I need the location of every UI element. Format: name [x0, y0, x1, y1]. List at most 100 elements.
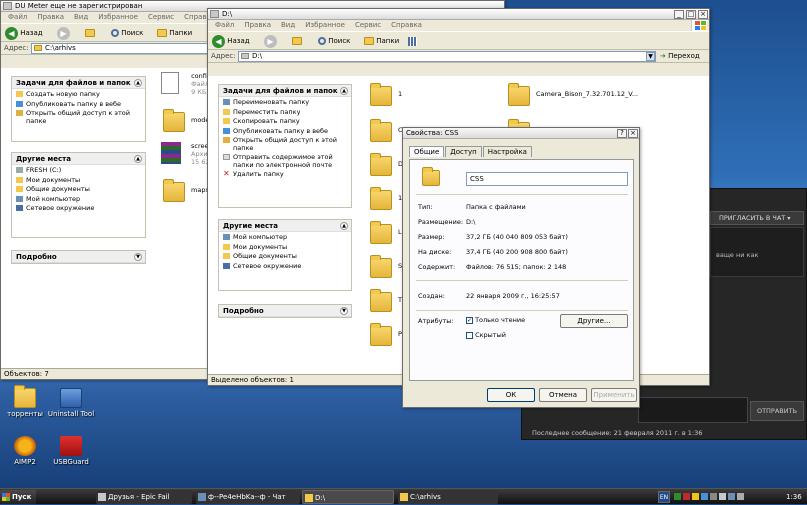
- place-network[interactable]: Сетевое окружение: [219, 262, 351, 271]
- tray-icon[interactable]: [728, 493, 735, 500]
- folder-name[interactable]: Camera_Bison_7.32.701.12_V...: [536, 90, 638, 98]
- readonly-checkbox[interactable]: ✓ Только чтение: [466, 316, 525, 324]
- place-fresh-drive[interactable]: FRESH (C:): [12, 166, 145, 175]
- expand-icon[interactable]: ▼: [134, 253, 142, 261]
- menu-tools[interactable]: Сервис: [355, 21, 381, 29]
- menu-edit[interactable]: Правка: [244, 21, 271, 29]
- folder-icon[interactable]: [370, 119, 392, 142]
- file-item[interactable]: config Файл 9 КБ: [161, 72, 211, 96]
- tray-icon[interactable]: [710, 493, 717, 500]
- menu-help[interactable]: Справка: [391, 21, 422, 29]
- folder-icon[interactable]: [163, 109, 185, 132]
- menu-file[interactable]: Файл: [215, 21, 234, 29]
- place-network[interactable]: Сетевое окружение: [12, 204, 145, 213]
- search-button[interactable]: Поиск: [111, 26, 143, 41]
- folder-icon[interactable]: [370, 83, 392, 106]
- menu-view[interactable]: Вид: [281, 21, 295, 29]
- folder-icon[interactable]: [370, 323, 392, 346]
- go-button[interactable]: ➔ Переход: [660, 50, 700, 63]
- folder-icon[interactable]: [370, 187, 392, 210]
- back-button[interactable]: ◀ Назад: [212, 34, 250, 49]
- task-drive-d[interactable]: D:\: [302, 490, 394, 504]
- minimize-button[interactable]: _: [674, 10, 684, 19]
- volume-icon[interactable]: [737, 493, 744, 500]
- back-button[interactable]: ◀ Назад: [5, 26, 43, 41]
- task-share-folder[interactable]: Открыть общий доступ к этой папке: [219, 136, 351, 152]
- address-dropdown-button[interactable]: ▼: [646, 52, 655, 61]
- tray-icon[interactable]: [701, 493, 708, 500]
- apply-button[interactable]: Применить: [591, 388, 637, 402]
- task-publish-web[interactable]: Опубликовать папку в вебе: [12, 100, 145, 109]
- tab-customize[interactable]: Настройка: [482, 146, 532, 157]
- clock[interactable]: 1:36: [786, 489, 802, 505]
- folder-name-field[interactable]: CSS: [466, 172, 628, 186]
- folder-icon[interactable]: [163, 179, 185, 202]
- task-publish-web[interactable]: Опубликовать папку в вебе: [219, 127, 351, 136]
- dialog-titlebar[interactable]: Свойства: CSS ? ×: [403, 128, 639, 139]
- close-button[interactable]: ×: [698, 10, 708, 19]
- cancel-button[interactable]: Отмена: [539, 388, 587, 402]
- expand-icon[interactable]: ▼: [340, 307, 348, 315]
- folders-button[interactable]: Папки: [157, 26, 192, 41]
- task-arhivs[interactable]: C:\arhivs: [398, 490, 498, 504]
- up-folder-button[interactable]: [292, 34, 302, 49]
- place-shared-documents[interactable]: Общие документы: [12, 185, 145, 194]
- folder-name[interactable]: 1: [398, 90, 402, 98]
- folder-icon[interactable]: [508, 83, 530, 106]
- place-my-computer[interactable]: Мой компьютер: [12, 195, 145, 204]
- address-field[interactable]: D:\: [238, 51, 656, 62]
- hidden-checkbox[interactable]: Скрытый: [466, 331, 506, 339]
- menu-favorites[interactable]: Избранное: [98, 13, 138, 21]
- menu-favorites[interactable]: Избранное: [305, 21, 345, 29]
- close-button[interactable]: ×: [628, 129, 638, 138]
- task-copy-folder[interactable]: Скопировать папку: [219, 117, 351, 126]
- other-places-header[interactable]: Другие места ▲: [12, 153, 145, 165]
- language-indicator[interactable]: EN: [658, 491, 670, 503]
- tab-general[interactable]: Общие: [409, 146, 445, 157]
- place-my-computer[interactable]: Мой компьютер: [219, 233, 351, 242]
- tray-icon[interactable]: [683, 493, 690, 500]
- task-delete-folder[interactable]: ✕ Удалить папку: [219, 170, 351, 179]
- folder-icon[interactable]: [370, 153, 392, 176]
- menu-file[interactable]: Файл: [8, 13, 27, 21]
- views-button[interactable]: [408, 34, 417, 49]
- folder-icon[interactable]: [370, 289, 392, 312]
- task-rename-folder[interactable]: Переименовать папку: [219, 98, 351, 107]
- details-header[interactable]: Подробно ▼: [219, 305, 351, 317]
- desktop-icon-usbguard[interactable]: USBGuard: [46, 436, 96, 466]
- menu-tools[interactable]: Сервис: [148, 13, 174, 21]
- other-places-header[interactable]: Другие места ▲: [219, 220, 351, 232]
- details-header[interactable]: Подробно ▼: [12, 251, 145, 263]
- rar-archive-icon[interactable]: [161, 142, 181, 164]
- folder-icon[interactable]: [370, 255, 392, 278]
- task-new-folder[interactable]: Создать новую папку: [12, 90, 145, 99]
- desktop-icon-torrents[interactable]: торренты: [0, 385, 50, 418]
- place-my-documents[interactable]: Мои документы: [219, 243, 351, 252]
- task-email-folder[interactable]: Отправить содержимое этой папки по элект…: [219, 153, 351, 169]
- forward-button[interactable]: ▶: [264, 34, 277, 49]
- maximize-button[interactable]: □: [686, 10, 696, 19]
- tray-icon[interactable]: [674, 493, 681, 500]
- desktop-icon-uninstall-tool[interactable]: Uninstall Tool: [46, 388, 96, 418]
- send-button[interactable]: ОТПРАВИТЬ: [750, 401, 804, 421]
- ok-button[interactable]: ОК: [487, 388, 535, 402]
- place-my-documents[interactable]: Мои документы: [12, 176, 145, 185]
- window-titlebar[interactable]: D:\ _ □ ×: [208, 9, 709, 20]
- up-folder-button[interactable]: [85, 26, 95, 41]
- help-button[interactable]: ?: [617, 129, 627, 138]
- task-chat[interactable]: ф--Pe4eHbKa--ф - Чат: [196, 490, 300, 504]
- start-button[interactable]: Пуск: [0, 490, 36, 504]
- folders-button[interactable]: Папки: [364, 34, 399, 49]
- menu-edit[interactable]: Правка: [37, 13, 64, 21]
- forward-button[interactable]: ▶: [57, 26, 70, 41]
- task-share-folder[interactable]: Открыть общий доступ к этой папке: [12, 109, 145, 125]
- menu-view[interactable]: Вид: [74, 13, 88, 21]
- desktop-icon-aimp2[interactable]: AIMP2: [0, 436, 50, 466]
- tab-sharing[interactable]: Доступ: [445, 146, 482, 157]
- invite-to-chat-button[interactable]: ПРИГЛАСИТЬ В ЧАТ ▾: [710, 211, 804, 225]
- collapse-icon[interactable]: ▲: [134, 79, 142, 87]
- collapse-icon[interactable]: ▲: [340, 87, 348, 95]
- advanced-button[interactable]: Другие...: [560, 314, 628, 328]
- search-button[interactable]: Поиск: [318, 34, 350, 49]
- folder-icon[interactable]: [370, 221, 392, 244]
